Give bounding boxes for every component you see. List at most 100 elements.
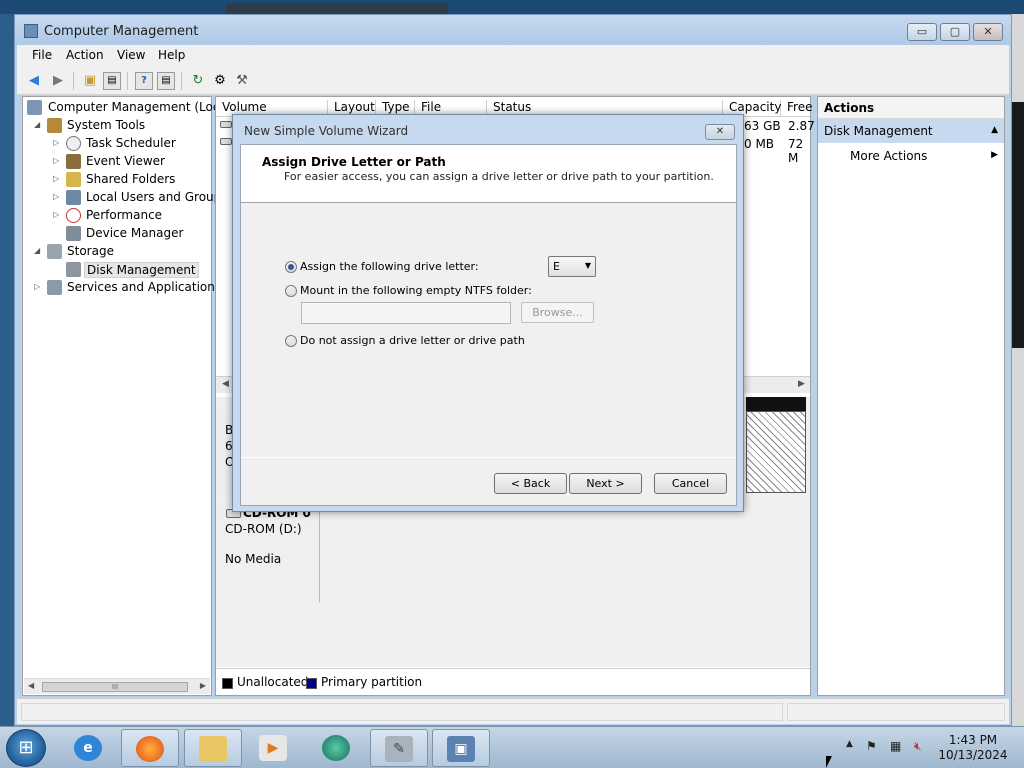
up-folder-icon[interactable]: ▣ (81, 72, 99, 90)
tree-item-computer-management[interactable]: Computer Management (Local (25, 99, 230, 117)
column-free[interactable]: Free (781, 100, 812, 117)
disk-icon (66, 262, 81, 277)
media-player-icon: ▶ (259, 735, 287, 761)
minimize-button[interactable]: ▭ (907, 23, 937, 41)
storage-icon (47, 244, 62, 259)
no-drive-letter-radio[interactable] (285, 335, 297, 347)
network-icon[interactable]: ▦ (890, 739, 901, 753)
tree-item-shared-folders[interactable]: ▷ Shared Folders (25, 171, 211, 189)
expand-arrow-icon[interactable]: ▷ (53, 210, 63, 219)
menu-help[interactable]: Help (158, 48, 185, 62)
assign-drive-letter-radio[interactable] (285, 261, 297, 273)
expand-arrow-icon[interactable]: ▷ (34, 282, 44, 291)
tree-item-event-viewer[interactable]: ▷ Event Viewer (25, 153, 211, 171)
performance-icon (66, 208, 81, 223)
tree-item-services-and-applications[interactable]: ▷ Services and Applications (25, 279, 221, 297)
actions-section-label: Disk Management (824, 124, 933, 138)
taskbar-tool[interactable]: ✎ (370, 729, 428, 767)
action-center-flag-icon[interactable]: ⚑ (866, 739, 877, 753)
tree-item-device-manager[interactable]: Device Manager (25, 225, 211, 243)
wizard-header: Assign Drive Letter or Path For easier a… (241, 145, 736, 203)
close-button[interactable]: ✕ (973, 23, 1003, 41)
more-actions-label: More Actions (850, 149, 928, 163)
clock-icon (66, 136, 81, 151)
wizard-close-button[interactable]: ✕ (705, 124, 735, 140)
scroll-left-icon[interactable]: ◀ (28, 681, 34, 690)
settings-icon[interactable]: ⚒ (233, 72, 251, 90)
taskbar-firefox[interactable] (121, 729, 179, 767)
primary-partition-swatch (306, 678, 317, 689)
collapse-up-icon[interactable]: ▲ (991, 125, 998, 135)
navigation-tree: Computer Management (Local ◢ System Tool… (22, 96, 230, 696)
show-hide-tree-icon[interactable]: ▤ (103, 72, 121, 90)
tree-item-label: Performance (86, 208, 163, 222)
unallocated-region[interactable] (746, 411, 806, 493)
tree-item-label: Services and Applications (67, 280, 222, 294)
app-icon (322, 735, 350, 761)
mouse-cursor (826, 756, 832, 768)
no-drive-letter-label[interactable]: Do not assign a drive letter or drive pa… (300, 334, 525, 347)
scroll-thumb[interactable]: III (42, 682, 188, 692)
expand-arrow-icon[interactable]: ▷ (53, 192, 63, 201)
menu-view[interactable]: View (117, 48, 145, 62)
ntfs-folder-path-input[interactable] (301, 302, 511, 324)
drive-letter-select[interactable]: E ▼ (548, 256, 596, 277)
computer-management-icon (27, 100, 42, 115)
tree-item-system-tools[interactable]: ◢ System Tools (25, 117, 211, 135)
next-button[interactable]: Next > (569, 473, 642, 494)
title-bar: Computer Management ▭ ▢ ✕ (15, 15, 1011, 45)
show-hide-action-pane-icon[interactable]: ▤ (157, 72, 175, 90)
assign-drive-letter-label[interactable]: Assign the following drive letter: (300, 260, 479, 273)
collapse-arrow-icon[interactable]: ◢ (34, 246, 44, 255)
taskbar-media-player[interactable]: ▶ (245, 729, 303, 767)
submenu-arrow-icon: ▶ (991, 150, 998, 160)
tree-item-local-users-and-groups[interactable]: ▷ Local Users and Groups (25, 189, 228, 207)
back-button[interactable]: < Back (494, 473, 567, 494)
start-button[interactable]: ⊞ (6, 729, 46, 767)
maximize-button[interactable]: ▢ (940, 23, 970, 41)
expand-arrow-icon[interactable]: ▷ (53, 138, 63, 147)
status-pane (21, 703, 783, 721)
menu-file[interactable]: File (32, 48, 52, 62)
mount-ntfs-folder-label[interactable]: Mount in the following empty NTFS folder… (300, 284, 532, 297)
tree-item-performance[interactable]: ▷ Performance (25, 207, 211, 225)
taskbar-file-explorer[interactable] (184, 729, 242, 767)
tree-item-disk-management[interactable]: Disk Management (25, 261, 211, 279)
system-clock[interactable]: 1:43 PM 10/13/2024 (938, 733, 1008, 763)
show-hidden-icons-icon[interactable]: ▲ (846, 739, 853, 749)
refresh-icon[interactable]: ↻ (189, 72, 207, 90)
more-actions-item[interactable]: More Actions ▶ (818, 145, 1004, 167)
internet-explorer-icon: e (74, 735, 102, 761)
wizard-title: New Simple Volume Wizard (244, 124, 409, 138)
tree-horizontal-scrollbar[interactable]: ◀ III ▶ (24, 678, 210, 694)
cdrom-0-label[interactable]: CD-ROM 0 CD-ROM (D:) No Media (216, 502, 320, 602)
tree-item-label: Computer Management (Local (48, 100, 231, 114)
cancel-button[interactable]: Cancel (654, 473, 727, 494)
collapse-arrow-icon[interactable]: ◢ (34, 120, 44, 129)
background-window-tab (226, 3, 448, 14)
mount-ntfs-folder-radio[interactable] (285, 285, 297, 297)
network-computer-icon: ▣ (447, 736, 475, 762)
expand-arrow-icon[interactable]: ▷ (53, 174, 63, 183)
taskbar-app[interactable] (308, 729, 366, 767)
scroll-left-icon[interactable]: ◀ (222, 379, 229, 389)
help-icon[interactable]: ? (135, 72, 153, 90)
status-bar (17, 698, 1009, 724)
browse-button[interactable]: Browse... (521, 302, 594, 323)
menu-action[interactable]: Action (66, 48, 104, 62)
volume-capacity: 63 GB (744, 119, 781, 133)
wizard-subheading: For easier access, you can assign a driv… (284, 170, 714, 183)
scroll-right-icon[interactable]: ▶ (798, 379, 805, 389)
taskbar-computer-management[interactable]: ▣ (432, 729, 490, 767)
expand-arrow-icon[interactable]: ▷ (53, 156, 63, 165)
taskbar-internet-explorer[interactable]: e (60, 729, 118, 767)
tree-item-storage[interactable]: ◢ Storage (25, 243, 211, 261)
volume-muted-icon[interactable]: 🔇︎ (914, 739, 922, 754)
properties-icon[interactable]: ⚙ (211, 72, 229, 90)
toolbar: ◀ ▶ ▣ ▤ ? ▤ ↻ ⚙ ⚒ (17, 67, 1009, 95)
tree-item-task-scheduler[interactable]: ▷ Task Scheduler (25, 135, 211, 153)
scroll-right-icon[interactable]: ▶ (200, 681, 206, 690)
back-button[interactable]: ◀ (25, 72, 43, 90)
forward-button[interactable]: ▶ (49, 72, 67, 90)
actions-section-disk-management[interactable]: Disk Management ▲ (818, 119, 1004, 143)
